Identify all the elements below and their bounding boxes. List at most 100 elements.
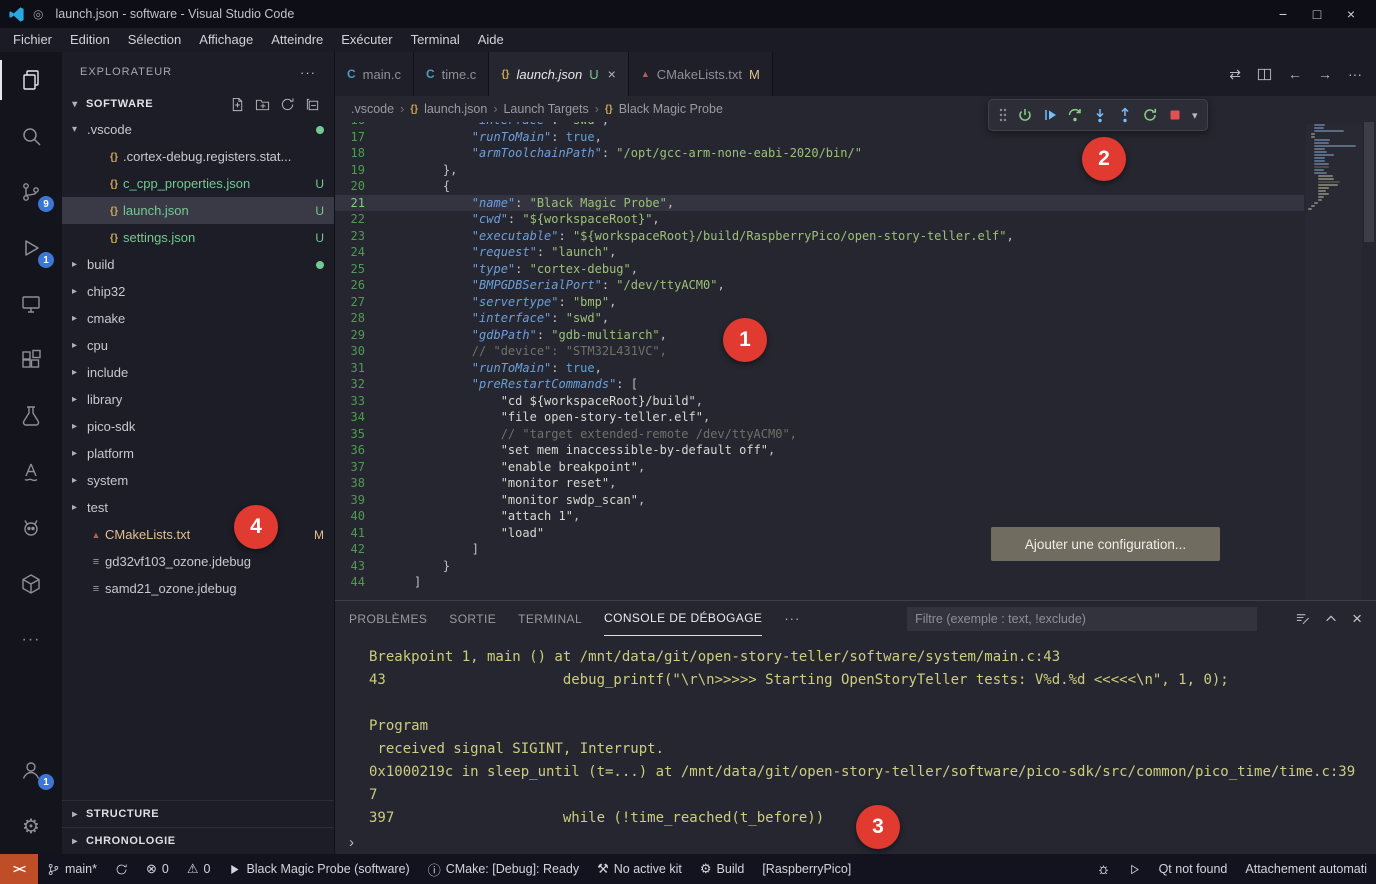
tree-item-cmake[interactable]: ▸cmake (62, 305, 334, 332)
clear-console-icon[interactable] (1295, 611, 1310, 626)
close-panel-icon[interactable]: × (1352, 609, 1362, 629)
code-line-35[interactable]: 35 // "target extended-remote /dev/ttyAC… (335, 426, 1304, 443)
minimap[interactable] (1306, 124, 1362, 600)
code-line-32[interactable]: 32 "preRestartCommands": [ (335, 376, 1304, 393)
breadcrumb-vscode[interactable]: .vscode (351, 102, 394, 116)
menu-affichage[interactable]: Affichage (190, 28, 262, 52)
open-changes-icon[interactable]: ⇄ (1229, 66, 1241, 83)
status-qt-status[interactable]: Qt not found (1150, 854, 1237, 884)
activity-extension-a[interactable] (0, 444, 62, 500)
debug-console-output[interactable]: Breakpoint 1, main () at /mnt/data/git/o… (335, 636, 1376, 830)
tree-item-library[interactable]: ▸library (62, 386, 334, 413)
remote-indicator[interactable]: >< (0, 854, 38, 884)
code-line-31[interactable]: 31 "runToMain": true, (335, 360, 1304, 377)
status-debug-icon-status[interactable] (1088, 854, 1119, 884)
maximize-icon[interactable]: □ (1300, 6, 1334, 22)
split-editor-icon[interactable] (1257, 67, 1272, 82)
breadcrumb-launch-json[interactable]: launch.json (424, 102, 487, 116)
add-configuration-button[interactable]: Ajouter une configuration... (991, 527, 1220, 561)
code-line-38[interactable]: 38 "monitor reset", (335, 475, 1304, 492)
menu-s-lection[interactable]: Sélection (119, 28, 190, 52)
tree-item-launch-json[interactable]: {}launch.jsonU (62, 197, 334, 224)
activity-extension-b[interactable] (0, 500, 62, 556)
activity-extension-c[interactable] (0, 556, 62, 612)
console-filter-input[interactable] (907, 607, 1257, 631)
status-cmake-build[interactable]: ⚙Build (691, 854, 753, 884)
activity-settings[interactable]: ⚙ (0, 798, 62, 854)
code-line-21[interactable]: 21 "name": "Black Magic Probe", (335, 195, 1304, 212)
menu-ex-cuter[interactable]: Exécuter (332, 28, 401, 52)
status-run-icon-status[interactable] (1119, 854, 1150, 884)
status-sync-status[interactable] (106, 854, 137, 884)
tab-main-c[interactable]: Cmain.c (335, 52, 414, 96)
tree-item-vscode[interactable]: ▾.vscode (62, 116, 334, 143)
minimize-icon[interactable]: − (1266, 6, 1300, 22)
more-actions-icon[interactable]: ··· (1348, 66, 1362, 82)
code-line-30[interactable]: 30 // "device": "STM32L431VC", (335, 343, 1304, 360)
panel-tab-terminal[interactable]: TERMINAL (518, 601, 582, 636)
code-line-22[interactable]: 22 "cwd": "${workspaceRoot}", (335, 211, 1304, 228)
activity-testing[interactable] (0, 388, 62, 444)
status-errors-count[interactable]: ⊗0 (137, 854, 178, 884)
code-line-34[interactable]: 34 "file open-story-teller.elf", (335, 409, 1304, 426)
tree-item-cpu[interactable]: ▸cpu (62, 332, 334, 359)
menu-aide[interactable]: Aide (469, 28, 513, 52)
stop-icon[interactable] (1167, 107, 1183, 123)
activity-source-control[interactable]: 9 (0, 164, 62, 220)
panel-tab-probl-mes[interactable]: PROBLÈMES (349, 601, 427, 636)
code-line-33[interactable]: 33 "cd ${workspaceRoot}/build", (335, 393, 1304, 410)
code-line-19[interactable]: 19 }, (335, 162, 1304, 179)
activity-account[interactable]: 1 (0, 742, 62, 798)
restart-icon[interactable] (1142, 107, 1158, 123)
menu-atteindre[interactable]: Atteindre (262, 28, 332, 52)
code-line-26[interactable]: 26 "BMPGDBSerialPort": "/dev/ttyACM0", (335, 277, 1304, 294)
activity-explorer[interactable] (0, 52, 62, 108)
collapse-all-icon[interactable] (305, 97, 320, 112)
collapse-panel-icon[interactable] (1324, 612, 1338, 626)
step-out-icon[interactable] (1117, 107, 1133, 123)
power-icon[interactable] (1017, 107, 1033, 123)
code-line-25[interactable]: 25 "type": "cortex-debug", (335, 261, 1304, 278)
code-line-24[interactable]: 24 "request": "launch", (335, 244, 1304, 261)
close-tab-icon[interactable]: × (608, 66, 616, 82)
breadcrumb-launch-targets[interactable]: Launch Targets (503, 102, 588, 116)
status-warnings-count[interactable]: ⚠0 (178, 854, 220, 884)
tree-item-pico-sdk[interactable]: ▸pico-sdk (62, 413, 334, 440)
code-line-40[interactable]: 40 "attach 1", (335, 508, 1304, 525)
code-line-36[interactable]: 36 "set mem inaccessible-by-default off"… (335, 442, 1304, 459)
status-cmake-target[interactable]: [RaspberryPico] (753, 854, 860, 884)
close-icon[interactable]: × (1334, 6, 1368, 22)
menu-terminal[interactable]: Terminal (402, 28, 469, 52)
new-folder-icon[interactable] (255, 97, 270, 112)
tree-item-include[interactable]: ▸include (62, 359, 334, 386)
status-cmake-status[interactable]: ⓘCMake: [Debug]: Ready (419, 854, 588, 884)
code-line-18[interactable]: 18 "armToolchainPath": "/opt/gcc-arm-non… (335, 145, 1304, 162)
activity-search[interactable] (0, 108, 62, 164)
section-header-software[interactable]: ▾ SOFTWARE (62, 92, 334, 116)
editor-scrollbar[interactable] (1362, 122, 1376, 600)
new-file-icon[interactable] (230, 97, 245, 112)
code-line-44[interactable]: 44] (335, 574, 1304, 591)
explorer-more-icon[interactable]: ··· (300, 65, 316, 80)
tree-item-c-cpp-properties-json[interactable]: {}c_cpp_properties.jsonU (62, 170, 334, 197)
scrollbar-thumb[interactable] (1364, 122, 1374, 242)
forward-icon[interactable]: → (1318, 66, 1332, 82)
step-into-icon[interactable] (1092, 107, 1108, 123)
panel-tab-sortie[interactable]: SORTIE (449, 601, 496, 636)
tree-item-cortex-debug-registers-stat[interactable]: {}.cortex-debug.registers.stat... (62, 143, 334, 170)
activity-more[interactable]: ··· (0, 612, 62, 668)
status-auto-attach[interactable]: Attachement automati (1236, 854, 1376, 884)
drag-handle-icon[interactable] (998, 107, 1008, 123)
code-line-28[interactable]: 28 "interface": "swd", (335, 310, 1304, 327)
tree-item-platform[interactable]: ▸platform (62, 440, 334, 467)
section-structure[interactable]: ▸ STRUCTURE (62, 800, 334, 827)
tree-item-chip32[interactable]: ▸chip32 (62, 278, 334, 305)
status-branch-status[interactable]: main* (38, 854, 106, 884)
activity-extensions[interactable] (0, 332, 62, 388)
activity-remote-explorer[interactable] (0, 276, 62, 332)
back-icon[interactable]: ← (1288, 66, 1302, 82)
tab-cmakelists-txt[interactable]: ▲CMakeLists.txtM (629, 52, 773, 96)
continue-icon[interactable] (1042, 107, 1058, 123)
tree-item-settings-json[interactable]: {}settings.jsonU (62, 224, 334, 251)
section-chronologie[interactable]: ▸ CHRONOLOGIE (62, 827, 334, 854)
